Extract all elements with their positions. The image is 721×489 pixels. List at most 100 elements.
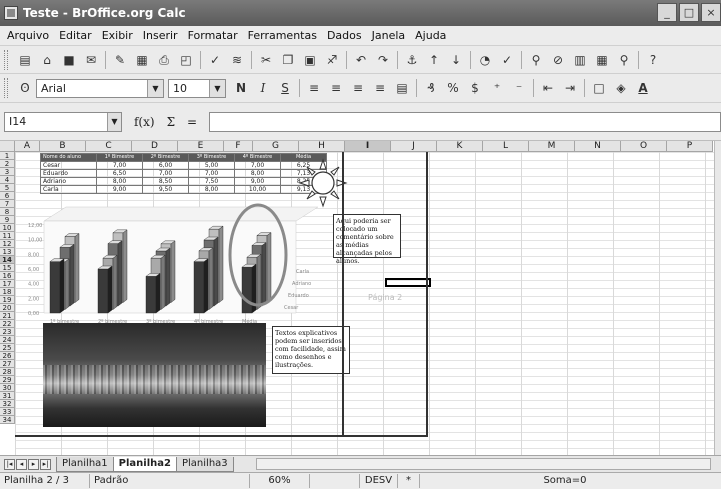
menu-editar[interactable]: Editar xyxy=(54,29,97,42)
menu-ajuda[interactable]: Ajuda xyxy=(410,29,451,42)
format-paintbrush-icon[interactable]: ♐ xyxy=(324,52,340,68)
row-header[interactable]: 16 xyxy=(0,272,15,280)
row-header[interactable]: 11 xyxy=(0,232,15,240)
undo-icon[interactable]: ↶ xyxy=(353,52,369,68)
sort-descending-icon[interactable]: ↓ xyxy=(448,52,464,68)
row-header[interactable]: 25 xyxy=(0,344,15,352)
row-header[interactable]: 21 xyxy=(0,312,15,320)
row-header[interactable]: 12 xyxy=(0,240,15,248)
menu-janela[interactable]: Janela xyxy=(367,29,411,42)
page-preview-icon[interactable]: ◰ xyxy=(178,52,194,68)
last-sheet-button[interactable]: ▸| xyxy=(40,458,51,470)
standard-format-icon[interactable]: $ xyxy=(467,80,483,96)
column-header[interactable]: O xyxy=(621,141,667,152)
remove-decimal-icon[interactable]: ⁻ xyxy=(511,80,527,96)
row-header[interactable]: 27 xyxy=(0,360,15,368)
email-icon[interactable]: ✉ xyxy=(83,52,99,68)
align-right-icon[interactable]: ≡ xyxy=(350,80,366,96)
horizontal-scrollbar[interactable] xyxy=(256,458,711,470)
insert-chart-icon[interactable]: ◔ xyxy=(477,52,493,68)
merge-cells-icon[interactable]: ▤ xyxy=(394,80,410,96)
hyperlink-icon[interactable]: ⚓ xyxy=(404,52,420,68)
help-icon[interactable]: ? xyxy=(645,52,661,68)
toolbar-grip[interactable] xyxy=(4,49,8,70)
cut-icon[interactable]: ✂ xyxy=(258,52,274,68)
menu-dados[interactable]: Dados xyxy=(322,29,367,42)
menu-inserir[interactable]: Inserir xyxy=(138,29,183,42)
column-header[interactable]: F xyxy=(224,141,253,152)
copy-icon[interactable]: ❐ xyxy=(280,52,296,68)
row-header[interactable]: 6 xyxy=(0,192,15,200)
row-header[interactable]: 28 xyxy=(0,368,15,376)
show-draw-functions-icon[interactable]: ✓ xyxy=(499,52,515,68)
chevron-down-icon[interactable]: ▼ xyxy=(106,112,121,131)
row-header[interactable]: 14 xyxy=(0,256,15,264)
status-zoom[interactable]: 60% xyxy=(250,474,310,488)
justify-icon[interactable]: ≡ xyxy=(372,80,388,96)
percent-format-icon[interactable]: % xyxy=(445,80,461,96)
column-header[interactable]: M xyxy=(529,141,575,152)
underline-button[interactable]: S xyxy=(277,80,293,96)
row-header[interactable]: 20 xyxy=(0,304,15,312)
spreadsheet-grid[interactable]: ABCDEFGHIJKLMNOP 1 2 3 4 5 6 7 8 9 10 11 12 13 14 15 16… xyxy=(0,141,714,455)
zoom-icon[interactable]: ⚲ xyxy=(616,52,632,68)
tab-planilha3[interactable]: Planilha3 xyxy=(175,456,234,472)
prev-sheet-button[interactable]: ◂ xyxy=(16,458,27,470)
next-sheet-button[interactable]: ▸ xyxy=(28,458,39,470)
row-header[interactable]: 10 xyxy=(0,224,15,232)
column-header[interactable]: K xyxy=(437,141,483,152)
close-button[interactable]: × xyxy=(701,3,721,22)
row-header[interactable]: 18 xyxy=(0,288,15,296)
save-icon[interactable]: ■ xyxy=(61,52,77,68)
styles-icon[interactable]: ʘ xyxy=(17,80,33,96)
name-box[interactable]: I14 ▼ xyxy=(4,111,122,132)
menu-arquivo[interactable]: Arquivo xyxy=(2,29,54,42)
navigator-icon[interactable]: ⊘ xyxy=(550,52,566,68)
font-size-combo[interactable]: 10 ▼ xyxy=(168,78,226,98)
toolbar-grip[interactable] xyxy=(4,78,8,98)
paste-icon[interactable]: ▣ xyxy=(302,52,318,68)
font-name-combo[interactable]: Arial ▼ xyxy=(36,78,164,98)
sum-button[interactable]: Σ xyxy=(167,115,175,129)
function-wizard-button[interactable]: f(x) xyxy=(134,115,155,129)
row-header[interactable]: 34 xyxy=(0,416,15,424)
column-header[interactable]: D xyxy=(132,141,178,152)
column-header[interactable]: A xyxy=(15,141,40,152)
column-header[interactable]: I xyxy=(345,141,391,152)
row-header[interactable]: 19 xyxy=(0,296,15,304)
column-header[interactable]: H xyxy=(299,141,345,152)
row-header[interactable]: 30 xyxy=(0,384,15,392)
column-header[interactable]: L xyxy=(483,141,529,152)
tab-planilha1[interactable]: Planilha1 xyxy=(56,456,114,472)
first-sheet-button[interactable]: |◂ xyxy=(4,458,15,470)
column-header[interactable]: G xyxy=(253,141,299,152)
status-mode[interactable]: DESV xyxy=(360,474,398,488)
maximize-button[interactable]: □ xyxy=(679,3,699,22)
sort-ascending-icon[interactable]: ↑ xyxy=(426,52,442,68)
new-document-icon[interactable]: ▤ xyxy=(17,52,33,68)
italic-button[interactable]: I xyxy=(255,80,271,96)
row-header[interactable]: 7 xyxy=(0,200,15,208)
status-style[interactable]: Padrão xyxy=(90,474,250,488)
menu-exibir[interactable]: Exibir xyxy=(97,29,138,42)
menu-ferramentas[interactable]: Ferramentas xyxy=(243,29,322,42)
bold-button[interactable]: N xyxy=(233,80,249,96)
vertical-scrollbar[interactable] xyxy=(714,141,721,455)
decrease-indent-icon[interactable]: ⇤ xyxy=(540,80,556,96)
select-all-corner[interactable] xyxy=(0,141,15,152)
row-header[interactable]: 5 xyxy=(0,184,15,192)
row-header[interactable]: 9 xyxy=(0,216,15,224)
function-button[interactable]: = xyxy=(187,115,197,129)
row-header[interactable]: 3 xyxy=(0,168,15,176)
chevron-down-icon[interactable]: ▼ xyxy=(147,79,163,97)
redo-icon[interactable]: ↷ xyxy=(375,52,391,68)
tab-planilha2[interactable]: Planilha2 xyxy=(112,456,177,472)
column-header[interactable]: C xyxy=(86,141,132,152)
print-icon[interactable]: ⎙ xyxy=(156,52,172,68)
data-sources-icon[interactable]: ▦ xyxy=(594,52,610,68)
column-header[interactable]: E xyxy=(178,141,224,152)
row-header[interactable]: 23 xyxy=(0,328,15,336)
font-color-icon[interactable]: A xyxy=(635,80,651,96)
row-header[interactable]: 31 xyxy=(0,392,15,400)
open-folder-icon[interactable]: ⌂ xyxy=(39,52,55,68)
